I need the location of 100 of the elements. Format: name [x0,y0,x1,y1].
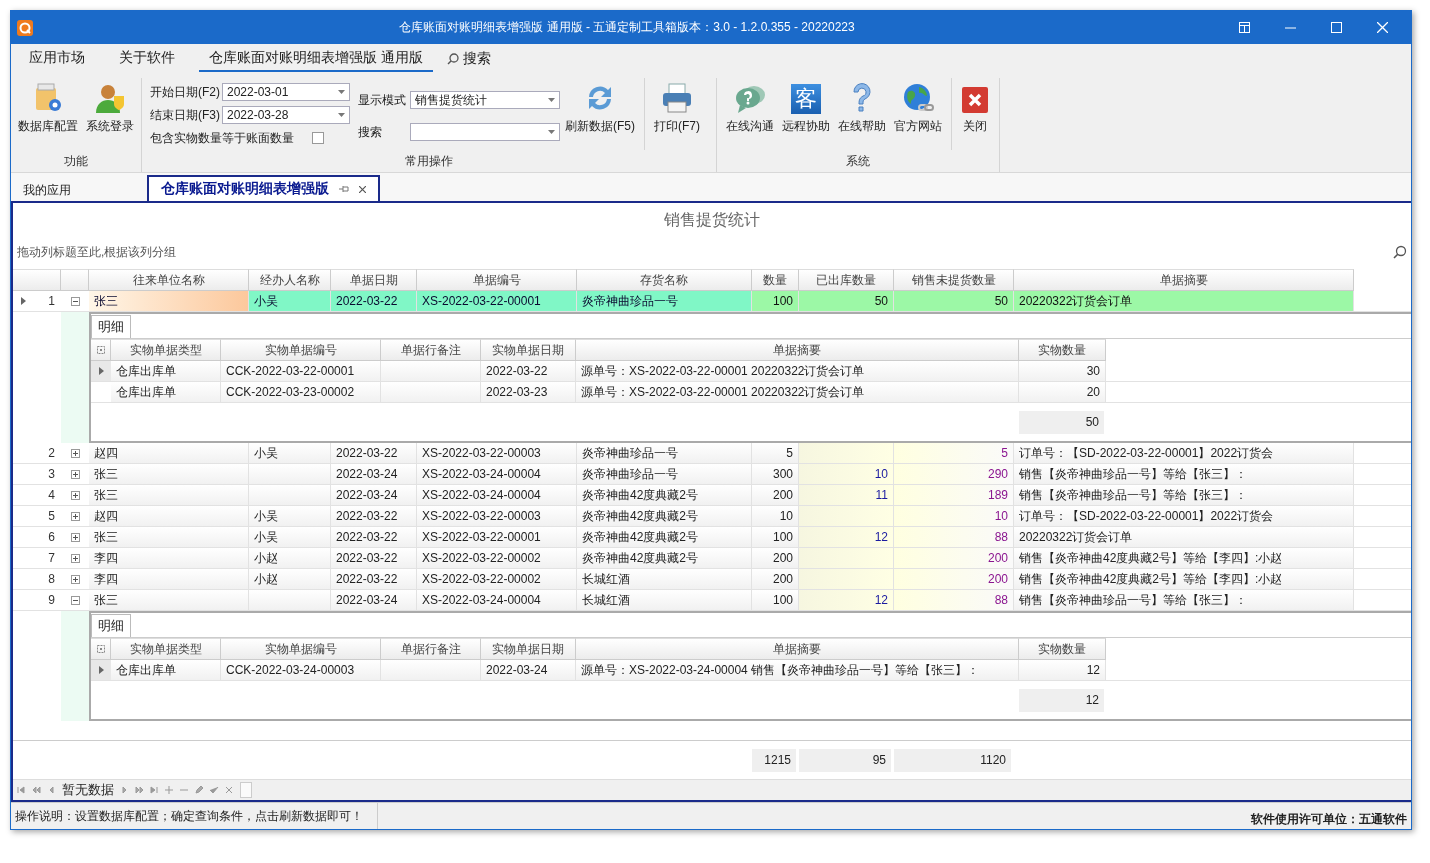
table-row[interactable]: 仓库出库单 CCK-2022-03-22-00001 2022-03-22 源单号：XS-2022-03-22-00001 20220322订货会订单 30 [91,361,1411,382]
display-mode-dropdown[interactable]: 销售提货统计 [410,91,560,109]
column-header[interactable]: 单据行备注 [381,638,481,660]
window-layout-icon[interactable] [1238,22,1250,33]
remote-assist-button[interactable]: 客 远程协助 [779,78,833,137]
column-header[interactable]: 单据摘要 [1014,269,1354,291]
table-cell: XS-2022-03-22-00003 [417,506,577,527]
table-row[interactable]: 仓库出库单 CCK-2022-03-24-00003 2022-03-24 源单号：XS-2022-03-24-00004 销售【炎帝神曲珍品一号】等给【张三】： 12 [91,660,1411,681]
table-cell: 源单号：XS-2022-03-24-00004 销售【炎帝神曲珍品一号】等给【张三】： [576,660,1019,681]
table-row[interactable]: 5 赵四 小吴 2022-03-22 XS-2022-03-22-00003 炎帝神曲42度典藏2号 10 10 订单号：【SD-2022-03-22-00001】2022订货会 [13,506,1411,527]
minimize-icon[interactable] [1284,26,1296,29]
expand-icon[interactable] [70,490,80,500]
column-header[interactable]: 存货名称 [577,269,752,291]
table-row[interactable]: 仓库出库单 CCK-2022-03-23-00002 2022-03-23 源单号：XS-2022-03-22-00001 20220322订货会订单 20 [91,382,1411,403]
row-indicator[interactable] [91,361,111,382]
online-chat-button[interactable]: 在线沟通 [723,78,777,137]
table-row[interactable]: 6 张三 小吴 2022-03-22 XS-2022-03-22-00001 炎帝神曲42度典藏2号 100 12 88 20220322订货会订单 [13,527,1411,548]
table-row[interactable]: 8 李四 小赵 2022-03-22 XS-2022-03-22-00002 长城红酒 200 200 销售【炎帝神曲42度典藏2号】等给【李四】:小赵 [13,569,1411,590]
search-icon[interactable] [1393,245,1407,259]
table-row[interactable]: 9 张三 2022-03-24 XS-2022-03-24-00004 长城红酒 100 12 88 销售【炎帝神曲珍品一号】等给【张三】： [13,590,1411,611]
table-cell: 销售【炎帝神曲珍品一号】等给【张三】： [1014,464,1354,485]
expand-icon[interactable] [70,574,80,584]
column-header[interactable]: 往来单位名称 [89,269,249,291]
table-cell: 2022-03-24 [331,464,417,485]
check-icon[interactable] [210,786,219,794]
document-tab[interactable]: 我的应用 [11,179,83,201]
collapse-icon[interactable] [70,595,80,605]
table-row[interactable]: 7 李四 小赵 2022-03-22 XS-2022-03-22-00002 炎帝神曲42度典藏2号 200 200 销售【炎帝神曲42度典藏2号】等给【李四】:小赵 [13,548,1411,569]
edit-icon[interactable] [195,786,204,794]
detail-tab[interactable]: 明细 [91,614,131,637]
column-header[interactable]: 销售未提货数量 [894,269,1014,291]
column-header[interactable]: 实物单据编号 [221,638,381,660]
menu-tab[interactable]: 仓库账面对账明细表增强版 通用版 [199,49,433,72]
column-header[interactable]: 实物单据日期 [481,638,576,660]
table-cell: 88 [894,527,1014,548]
start-date-field[interactable]: 2022-03-01 [222,83,350,101]
table-row[interactable]: 2 赵四 小吴 2022-03-22 XS-2022-03-22-00003 炎帝神曲珍品一号 5 5 订单号：【SD-2022-03-22-00001】2022订货会 [13,443,1411,464]
maximize-icon[interactable] [1330,22,1342,33]
website-button[interactable]: 官方网站 [891,78,945,137]
caret-icon[interactable] [338,90,345,94]
print-button[interactable]: 打印(F7) [651,78,703,137]
system-login-button[interactable]: 系统登录 [83,78,137,137]
column-header[interactable]: 单据编号 [417,269,577,291]
table-cell: 源单号：XS-2022-03-22-00001 20220322订货会订单 [576,361,1019,382]
table-cell: XS-2022-03-22-00001 [417,527,577,548]
column-header[interactable]: 单据摘要 [576,638,1019,660]
next-record-icon[interactable] [120,786,129,794]
cancel-icon[interactable] [225,786,234,794]
column-chooser-icon[interactable] [96,346,105,354]
detail-tab[interactable]: 明细 [91,315,131,338]
menu-tab[interactable]: 应用市场 [19,49,95,72]
column-header[interactable]: 实物单据类型 [111,638,221,660]
search-dropdown[interactable] [410,123,560,141]
table-cell: 长城红酒 [577,569,752,590]
column-header[interactable]: 单据摘要 [576,339,1019,361]
menu-tab[interactable]: 关于软件 [109,49,185,72]
first-record-icon[interactable] [17,786,26,794]
online-help-button[interactable]: 在线帮助 [835,78,889,137]
last-record-icon[interactable] [150,786,159,794]
current-row-icon [21,297,26,305]
table-row[interactable]: 3 张三 2022-03-24 XS-2022-03-24-00004 炎帝神曲珍品一号 300 10 290 销售【炎帝神曲珍品一号】等给【张三】： [13,464,1411,485]
search-icon [446,53,459,65]
close-icon[interactable] [359,185,366,193]
column-header[interactable]: 实物单据日期 [481,339,576,361]
refresh-button[interactable]: 刷新数据(F5) [562,78,638,137]
column-header[interactable]: 已出库数量 [799,269,894,291]
column-header[interactable]: 实物单据编号 [221,339,381,361]
column-header[interactable]: 经办人名称 [249,269,331,291]
search-menu-button[interactable]: 搜索 [446,50,491,72]
expand-icon[interactable] [70,553,80,563]
table-cell: 10 [799,464,894,485]
end-date-field[interactable]: 2022-03-28 [222,106,350,124]
column-header[interactable]: 实物数量 [1019,638,1106,660]
caret-icon[interactable] [338,113,345,117]
checkbox[interactable] [312,132,324,144]
database-config-button[interactable]: 数据库配置 [15,78,81,137]
pin-icon[interactable] [339,185,349,193]
row-indicator[interactable] [91,660,111,681]
column-header[interactable]: 单据行备注 [381,339,481,361]
table-cell: 张三 [89,527,249,548]
column-header[interactable]: 单据日期 [331,269,417,291]
previous-record-icon[interactable] [47,786,56,794]
column-header[interactable]: 实物单据类型 [111,339,221,361]
row-number: 4 [48,488,55,502]
expand-icon[interactable] [70,469,80,479]
table-row[interactable]: 4 张三 2022-03-24 XS-2022-03-24-00004 炎帝神曲42度典藏2号 200 11 189 销售【炎帝神曲珍品一号】等给【张三】： [13,485,1411,506]
column-header[interactable]: 数量 [752,269,799,291]
next-page-icon[interactable] [135,786,144,794]
table-row[interactable]: 1 张三 小吴 2022-03-22 XS-2022-03-22-00001 炎帝神曲珍品一号 100 50 50 20220322订货会订单 [13,291,1411,312]
expand-icon[interactable] [70,448,80,458]
expand-icon[interactable] [70,532,80,542]
caret-icon[interactable] [548,130,555,134]
previous-page-icon[interactable] [32,786,41,794]
expand-icon[interactable] [70,511,80,521]
document-tab[interactable]: 仓库账面对账明细表增强版 [147,175,380,201]
column-chooser-icon[interactable] [96,645,105,653]
caret-icon[interactable] [548,98,555,102]
column-header[interactable]: 实物数量 [1019,339,1106,361]
close-button[interactable]: 关闭 [958,78,992,137]
collapse-icon[interactable] [70,296,80,306]
